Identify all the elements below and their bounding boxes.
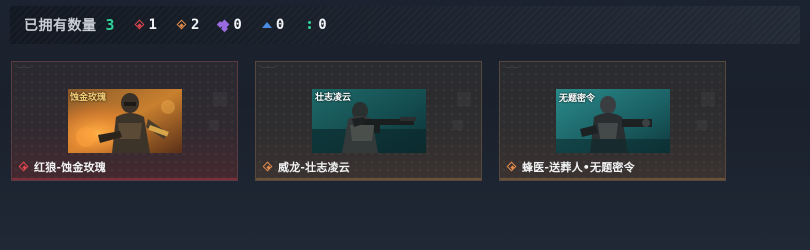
skin-name: 威龙-壮志凌云: [278, 161, 350, 174]
rarity-count-value: 1: [148, 17, 157, 33]
orange-diamond-icon: [507, 162, 517, 172]
red-diamond-icon: [19, 162, 29, 172]
skin-card[interactable]: 蚀金玫瑰 红狼-蚀金玫瑰: [11, 61, 238, 181]
skin-name: 蜂医-送葬人•无题密令: [522, 161, 635, 174]
owned-count-value: 3: [105, 16, 115, 34]
skin-artwork-title: 壮志凌云: [315, 93, 352, 103]
card-corner-decoration: [261, 67, 275, 68]
skin-card-caption: 威龙-壮志凌云: [263, 160, 350, 174]
card-decoration: [697, 120, 707, 130]
skin-artwork-title: 蚀金玫瑰: [70, 93, 107, 103]
orange-diamond-icon: [177, 20, 187, 30]
skin-thumbnail: 壮志凌云: [312, 89, 426, 153]
rarity-red-count: 1: [135, 17, 157, 33]
rarity-count-value: 0: [233, 17, 242, 33]
skin-thumbnail: 无题密令: [556, 89, 670, 153]
card-decoration: [701, 92, 715, 106]
blue-arrow-icon: [261, 20, 272, 30]
skin-card[interactable]: 无题密令 蜂医-送葬人•无题密令: [499, 61, 726, 181]
card-corner-decoration: [17, 67, 31, 68]
skin-name: 红狼-蚀金玫瑰: [34, 161, 106, 174]
rarity-count-value: 0: [318, 17, 327, 33]
skin-thumbnail: 蚀金玫瑰: [68, 89, 182, 153]
purple-gem-icon: [219, 20, 229, 30]
skin-card[interactable]: 壮志凌云 威龙-壮志凌云: [255, 61, 482, 181]
orange-diamond-icon: [263, 162, 273, 172]
card-decoration: [457, 92, 471, 106]
rarity-green-count: 0: [304, 17, 327, 33]
card-corner-decoration: [505, 67, 519, 68]
owned-count-label: 已拥有数量: [24, 18, 97, 34]
red-diamond-icon: [135, 20, 145, 30]
card-decoration: [213, 92, 227, 106]
card-decoration: [209, 120, 219, 130]
owned-summary-bar: 已拥有数量 3 1 2 0 0 0: [10, 6, 800, 44]
skin-card-caption: 蜂医-送葬人•无题密令: [507, 160, 635, 174]
rarity-count-value: 0: [275, 17, 285, 33]
skin-artwork-title: 无题密令: [559, 94, 596, 104]
rarity-blue-count: 0: [261, 17, 285, 33]
skin-card-caption: 红狼-蚀金玫瑰: [19, 160, 106, 174]
rarity-count-value: 2: [190, 17, 200, 33]
rarity-purple-count: 0: [219, 17, 241, 33]
card-decoration: [453, 120, 463, 130]
green-dots-icon: [304, 20, 314, 30]
rarity-orange-count: 2: [177, 17, 199, 33]
